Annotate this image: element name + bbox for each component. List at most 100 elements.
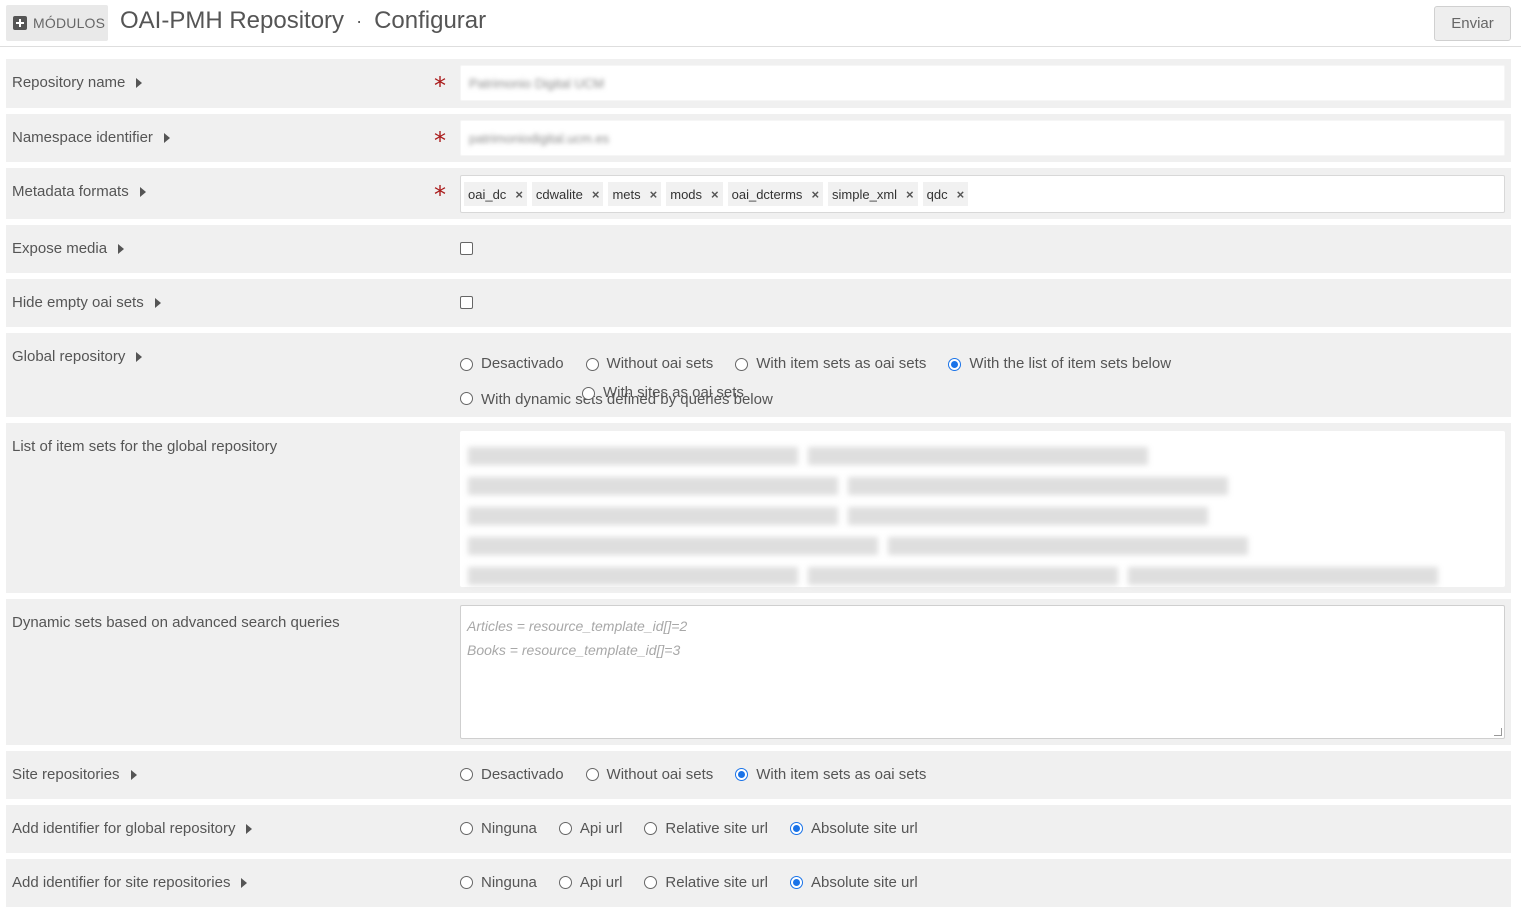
radio-option-desactivado[interactable]: Desactivado: [460, 346, 564, 382]
remove-chip-icon[interactable]: ×: [515, 187, 523, 202]
radio-option-relative-site-url[interactable]: Relative site url: [644, 820, 768, 837]
remove-chip-icon[interactable]: ×: [906, 187, 914, 202]
format-chip: qdc ×: [922, 182, 969, 206]
expose-media-checkbox[interactable]: [460, 242, 473, 255]
field-identifier-global: Add identifier for global repository Nin…: [6, 805, 1511, 853]
remove-chip-icon[interactable]: ×: [592, 187, 600, 202]
caret-right-icon: [118, 243, 125, 254]
submit-button[interactable]: Enviar: [1434, 6, 1511, 41]
radio-button[interactable]: [644, 876, 658, 889]
hide-empty-sets-checkbox[interactable]: [460, 296, 473, 309]
remove-chip-icon[interactable]: ×: [957, 187, 965, 202]
field-identifier-site: Add identifier for site repositories Nin…: [6, 859, 1511, 907]
remove-chip-icon[interactable]: ×: [811, 187, 819, 202]
format-chip: mods ×: [666, 182, 723, 206]
modules-toggle-button[interactable]: MÓDULOS: [6, 5, 108, 41]
radio-option-item-sets-as-oai-sets[interactable]: With item sets as oai sets: [735, 766, 926, 783]
field-hide-empty-sets: Hide empty oai sets: [6, 279, 1511, 327]
remove-chip-icon[interactable]: ×: [650, 187, 658, 202]
blurred-item-set-row: [468, 471, 1497, 501]
blurred-item-set-row: [468, 531, 1497, 561]
field-site-repositories: Site repositories Desactivado Without oa…: [6, 751, 1511, 799]
repository-name-input[interactable]: Patrimonio Digital UCM: [460, 65, 1505, 101]
radio-button-selected[interactable]: [948, 357, 962, 371]
radio-option-without-oai-sets[interactable]: Without oai sets: [585, 346, 713, 382]
format-chip: simple_xml ×: [828, 182, 918, 206]
field-label-dynamic-sets: Dynamic sets based on advanced search qu…: [12, 614, 340, 631]
radio-option-ninguna[interactable]: Ninguna: [460, 820, 537, 837]
resize-handle-icon[interactable]: [1494, 728, 1502, 736]
field-item-sets-list: List of item sets for the global reposit…: [6, 423, 1511, 593]
radio-button[interactable]: [460, 876, 473, 889]
radio-button-selected[interactable]: [789, 876, 803, 889]
radio-option-api-url[interactable]: Api url: [558, 874, 622, 891]
field-label-hide-empty-sets[interactable]: Hide empty oai sets: [12, 294, 161, 311]
radio-option-api-url[interactable]: Api url: [558, 820, 622, 837]
namespace-identifier-value: patrimoniodigital.ucm.es: [469, 130, 610, 146]
radio-option-absolute-site-url[interactable]: Absolute site url: [789, 820, 918, 837]
caret-right-icon: [163, 132, 170, 143]
format-chip: oai_dc ×: [464, 182, 527, 206]
blurred-item-set-row: [468, 441, 1497, 471]
field-label-site-repositories[interactable]: Site repositories: [12, 766, 137, 783]
title-separator: ·: [356, 10, 363, 31]
dynamic-sets-textarea[interactable]: Articles = resource_template_id[]=2 Book…: [460, 605, 1505, 739]
radio-option-list-of-item-sets[interactable]: With the list of item sets below: [948, 346, 1171, 382]
caret-right-icon: [139, 186, 146, 197]
radio-button[interactable]: [460, 357, 473, 371]
placeholder-line: Articles = resource_template_id[]=2: [467, 618, 688, 634]
field-repository-name: Repository name * Patrimonio Digital UCM: [6, 59, 1511, 108]
radio-option-without-oai-sets[interactable]: Without oai sets: [585, 766, 713, 783]
field-label-namespace-identifier[interactable]: Namespace identifier: [12, 129, 170, 146]
required-asterisk: *: [434, 127, 446, 155]
radio-button[interactable]: [585, 357, 599, 371]
caret-right-icon: [154, 297, 161, 308]
blurred-item-set-row: [468, 561, 1497, 591]
remove-chip-icon[interactable]: ×: [711, 187, 719, 202]
radio-button[interactable]: [582, 386, 595, 400]
field-metadata-formats: Metadata formats * oai_dc × cdwalite × met…: [6, 168, 1511, 219]
field-global-repository: Global repository Desactivado Without oa…: [6, 333, 1511, 417]
field-label-metadata-formats[interactable]: Metadata formats: [12, 183, 146, 200]
radio-button[interactable]: [585, 768, 599, 781]
field-label-item-sets-list: List of item sets for the global reposit…: [12, 438, 278, 455]
field-label-expose-media[interactable]: Expose media: [12, 240, 125, 257]
field-label-identifier-global[interactable]: Add identifier for global repository: [12, 820, 253, 837]
radio-button-selected[interactable]: [789, 822, 803, 835]
action-title: Configurar: [374, 7, 487, 34]
radio-option-relative-site-url[interactable]: Relative site url: [644, 874, 768, 891]
identifier-global-radios: Ninguna Api url Relative site url Absolu…: [460, 820, 918, 837]
field-label-repository-name[interactable]: Repository name: [12, 74, 143, 91]
field-label-identifier-site[interactable]: Add identifier for site repositories: [12, 874, 248, 891]
repository-name-value: Patrimonio Digital UCM: [469, 75, 605, 91]
format-chip: oai_dcterms ×: [727, 182, 824, 206]
field-label-global-repository[interactable]: Global repository: [12, 348, 143, 365]
module-title: OAI-PMH Repository: [120, 7, 345, 34]
radio-button[interactable]: [558, 822, 572, 835]
metadata-formats-select[interactable]: oai_dc × cdwalite × mets × mods × oai_dcterm…: [460, 175, 1505, 213]
placeholder-line: Books = resource_template_id[]=3: [467, 642, 681, 658]
radio-option-item-sets-as-oai-sets[interactable]: With item sets as oai sets: [735, 346, 926, 382]
radio-button[interactable]: [460, 392, 473, 405]
namespace-identifier-input[interactable]: patrimoniodigital.ucm.es: [460, 120, 1505, 156]
global-repository-radios-line2: With sites as oai sets: [582, 379, 744, 407]
radio-option-sites-as-oai-sets[interactable]: With sites as oai sets: [582, 379, 744, 407]
format-chip: mets ×: [608, 182, 662, 206]
page-title: OAI-PMH Repository · Configurar: [120, 7, 486, 35]
blurred-item-set-row: [468, 501, 1497, 531]
radio-button[interactable]: [558, 876, 572, 889]
radio-button-selected[interactable]: [735, 768, 749, 781]
caret-right-icon: [246, 823, 253, 834]
radio-option-ninguna[interactable]: Ninguna: [460, 874, 537, 891]
radio-button[interactable]: [460, 768, 473, 781]
plus-square-icon: [13, 16, 27, 30]
radio-button[interactable]: [735, 357, 749, 371]
format-chip: cdwalite ×: [531, 182, 604, 206]
radio-button[interactable]: [644, 822, 658, 835]
caret-right-icon: [136, 351, 143, 362]
radio-option-desactivado[interactable]: Desactivado: [460, 766, 564, 783]
item-sets-select[interactable]: [460, 431, 1505, 587]
radio-button[interactable]: [460, 822, 473, 835]
radio-option-absolute-site-url[interactable]: Absolute site url: [789, 874, 918, 891]
identifier-site-radios: Ninguna Api url Relative site url Absolu…: [460, 874, 918, 891]
